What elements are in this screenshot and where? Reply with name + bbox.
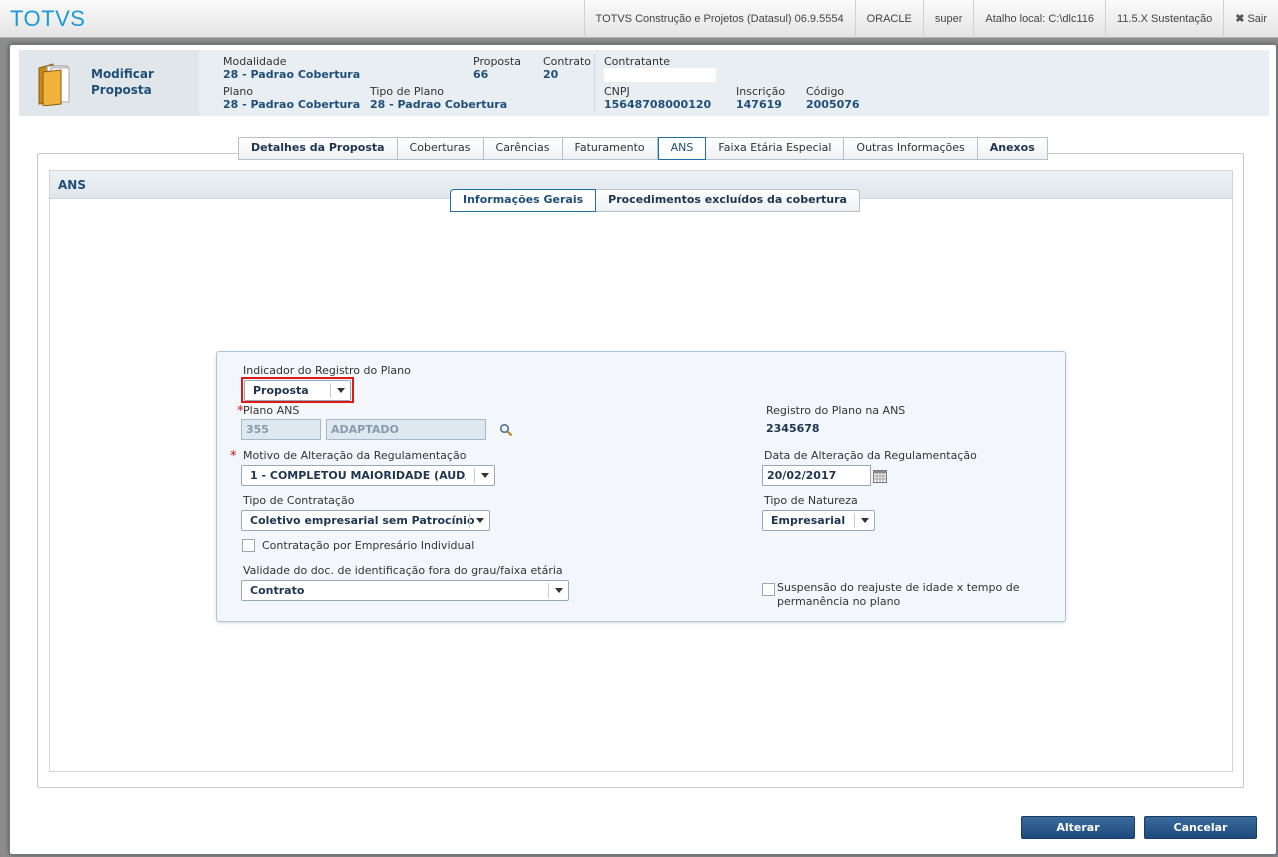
codigo-value: 2005076	[806, 98, 860, 111]
ans-panel: ANS Informações Gerais Procedimentos exc…	[49, 170, 1233, 772]
chevron-down-icon	[854, 513, 874, 528]
page-title-line1: Modificar	[91, 67, 154, 81]
product-info: TOTVS Construção e Projetos (Datasul) 06…	[583, 0, 855, 38]
suspensao-checkbox[interactable]	[762, 583, 775, 596]
data-alteracao-input[interactable]: 20/02/2017	[762, 465, 871, 486]
indicador-select[interactable]: Proposta	[244, 380, 351, 401]
tab-coberturas[interactable]: Coberturas	[397, 137, 484, 160]
header-divider	[594, 54, 595, 112]
tipo-plano-value: 28 - Padrao Cobertura	[370, 98, 508, 111]
motivo-label: Motivo de Alteração da Regulamentação	[243, 449, 467, 462]
registro-ans-value: 2345678	[766, 422, 820, 435]
exit-label: Sair	[1247, 13, 1267, 25]
motivo-value: 1 - COMPLETOU MAIORIDADE (AUD/I	[250, 469, 466, 482]
tipo-plano-label: Tipo de Plano	[370, 85, 445, 98]
required-marker: *	[230, 449, 237, 464]
validade-doc-label: Validade do doc. de identificação fora d…	[243, 564, 563, 577]
tipo-plano-field: Tipo de Plano 28 - Padrao Cobertura	[370, 85, 507, 111]
registro-ans-label: Registro do Plano na ANS	[766, 404, 906, 417]
contrato-label: Contrato	[543, 55, 592, 68]
modify-proposal-dialog: Modificar Proposta Modalidade 28 - Padra…	[9, 44, 1277, 855]
proposta-field: Proposta 66	[473, 55, 521, 81]
tab-ans[interactable]: ANS	[657, 137, 707, 160]
tab-faixa-etaria-especial[interactable]: Faixa Etária Especial	[706, 137, 845, 160]
suspensao-label-line2: permanência no plano	[777, 595, 901, 608]
tab-detalhes-proposta[interactable]: Detalhes da Proposta	[238, 137, 398, 160]
folder-icon	[38, 63, 70, 106]
cnpj-label: CNPJ	[604, 85, 630, 98]
plano-field: Plano 28 - Padrao Cobertura	[223, 85, 360, 111]
database-info: ORACLE	[854, 0, 923, 38]
version-info: 11.5.X Sustentação	[1105, 0, 1223, 38]
plano-label: Plano	[223, 85, 254, 98]
calendar-icon[interactable]	[873, 469, 887, 483]
tipo-contratacao-value: Coletivo empresarial sem Patrocínio	[250, 514, 475, 527]
validade-doc-value: Contrato	[250, 584, 305, 597]
tipo-contratacao-label: Tipo de Contratação	[243, 494, 355, 507]
contratante-label: Contratante	[604, 55, 671, 68]
codigo-label: Código	[806, 85, 845, 98]
suspensao-label-line1: Suspensão do reajuste de idade x tempo d…	[777, 581, 1020, 594]
page-title-line2: Proposta	[91, 83, 152, 97]
local-shortcut-info: Atalho local: C:\dlc116	[973, 0, 1105, 38]
plano-ans-code-input[interactable]: 355	[241, 419, 321, 440]
ans-form: Indicador do Registro do Plano Proposta …	[216, 351, 1066, 622]
suspensao-label: Suspensão do reajuste de idade x tempo d…	[777, 581, 1019, 609]
contratante-field: Contratante	[604, 55, 716, 82]
subtab-procedimentos-excluidos[interactable]: Procedimentos excluídos da cobertura	[596, 189, 860, 212]
contratacao-empresario-label: Contratação por Empresário Individual	[262, 539, 475, 552]
contrato-value: 20	[543, 68, 559, 81]
chevron-down-icon	[548, 583, 568, 598]
sub-tabs: Informações Gerais Procedimentos excluíd…	[450, 189, 860, 212]
motivo-select[interactable]: 1 - COMPLETOU MAIORIDADE (AUD/I	[241, 465, 495, 486]
contrato-field: Contrato 20	[543, 55, 591, 81]
indicador-value: Proposta	[253, 384, 309, 397]
user-info: super	[922, 0, 974, 38]
contratacao-empresario-checkbox[interactable]	[242, 539, 255, 552]
chevron-down-icon	[474, 468, 494, 483]
exit-button[interactable]: ✖ Sair	[1223, 0, 1278, 38]
top-bar: TOTVS TOTVS Construção e Projetos (Datas…	[0, 0, 1278, 38]
contratante-value	[604, 68, 716, 82]
proposta-label: Proposta	[473, 55, 521, 68]
tipo-contratacao-select[interactable]: Coletivo empresarial sem Patrocínio	[241, 510, 490, 531]
modalidade-label: Modalidade	[223, 55, 287, 68]
header-title-area: Modificar Proposta	[19, 50, 199, 116]
inscricao-value: 147619	[736, 98, 782, 111]
main-tabs: Detalhes da Proposta Coberturas Carência…	[238, 137, 1048, 160]
plano-value: 28 - Padrao Cobertura	[223, 98, 361, 111]
indicador-label: Indicador do Registro do Plano	[243, 364, 411, 377]
modalidade-field: Modalidade 28 - Padrao Cobertura	[223, 55, 360, 81]
chevron-down-icon	[469, 513, 489, 528]
page-title: Modificar Proposta	[91, 66, 154, 98]
data-alteracao-label: Data de Alteração da Regulamentação	[764, 449, 977, 462]
chevron-down-icon	[330, 383, 350, 398]
close-icon: ✖	[1235, 13, 1245, 25]
codigo-field: Código 2005076	[806, 85, 860, 111]
tab-carencias[interactable]: Carências	[483, 137, 563, 160]
plano-ans-desc-input[interactable]: ADAPTADO	[326, 419, 486, 440]
inscricao-label: Inscrição	[736, 85, 786, 98]
search-icon[interactable]	[499, 423, 513, 437]
ans-panel-title: ANS	[58, 178, 86, 192]
subtab-informacoes-gerais[interactable]: Informações Gerais	[450, 189, 597, 212]
alterar-button[interactable]: Alterar	[1021, 816, 1135, 839]
tab-faturamento[interactable]: Faturamento	[562, 137, 658, 160]
tipo-natureza-select[interactable]: Empresarial	[762, 510, 875, 531]
tipo-natureza-label: Tipo de Natureza	[764, 494, 858, 507]
tipo-natureza-value: Empresarial	[771, 514, 846, 527]
totvs-logo: TOTVS	[10, 6, 86, 31]
validade-doc-select[interactable]: Contrato	[241, 580, 569, 601]
plano-ans-label: Plano ANS	[243, 404, 300, 417]
tab-outras-informacoes[interactable]: Outras Informações	[844, 137, 978, 160]
cancelar-button[interactable]: Cancelar	[1144, 816, 1257, 839]
proposta-value: 66	[473, 68, 489, 81]
tab-anexos[interactable]: Anexos	[977, 137, 1048, 160]
proposal-header: Modificar Proposta Modalidade 28 - Padra…	[19, 50, 1269, 116]
top-nav: TOTVS Construção e Projetos (Datasul) 06…	[583, 0, 1278, 38]
inscricao-field: Inscrição 147619	[736, 85, 785, 111]
modalidade-value: 28 - Padrao Cobertura	[223, 68, 361, 81]
cnpj-value: 15648708000120	[604, 98, 712, 111]
cnpj-field: CNPJ 15648708000120	[604, 85, 711, 111]
